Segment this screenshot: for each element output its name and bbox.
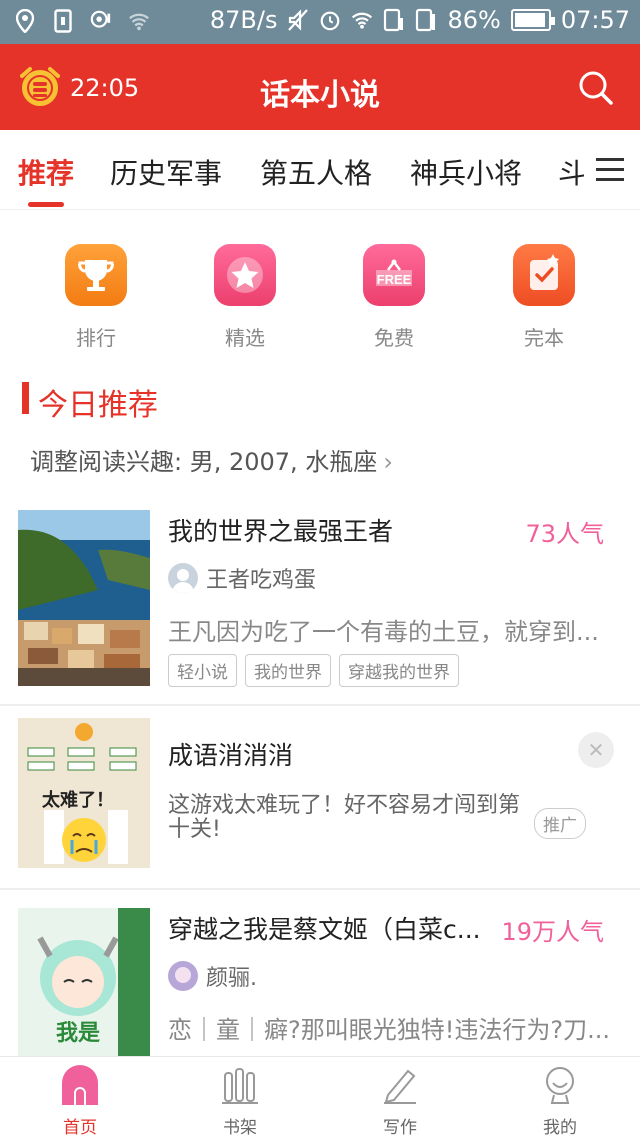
author-avatar (168, 961, 198, 991)
nav-bookshelf[interactable]: 书架 (200, 1065, 280, 1138)
book-card[interactable]: 我的世界之最强王者 73人气 王者吃鸡蛋 王凡因为吃了一个有毒的土豆，就穿到..… (0, 496, 640, 702)
book-tag[interactable]: 穿越我的世界 (339, 654, 459, 687)
book-cover: 我是 (18, 908, 150, 1056)
tab-indicator (28, 202, 64, 207)
nav-label: 我的 (543, 1118, 577, 1138)
battery-icon (510, 9, 555, 31)
network-speed: 87B/s (209, 6, 278, 34)
book-title: 穿越之我是蔡文姬（白菜c... (168, 915, 481, 944)
profile-icon (540, 1065, 580, 1105)
quick-link-label: 免费 (374, 326, 414, 350)
tab-history-military[interactable]: 历史军事 (110, 152, 222, 192)
mute-icon (287, 7, 309, 33)
battery-percent: 86% (447, 6, 501, 34)
book-description: 恋｜童｜癖?那叫眼光独特!违法行为?刀... (168, 1016, 610, 1044)
quick-link-free[interactable]: FREE 免费 (334, 244, 454, 351)
nav-write[interactable]: 写作 (360, 1065, 440, 1138)
section-bar (22, 382, 29, 414)
author-avatar (168, 563, 198, 593)
free-tag-icon: FREE (363, 244, 425, 306)
quick-link-label: 排行 (76, 326, 116, 350)
book-cover (18, 510, 150, 686)
location-icon (14, 8, 36, 34)
app-title: 话本小说 (260, 78, 380, 113)
status-bar: 87B/s 86% 07:57 (0, 0, 640, 44)
nav-label: 书架 (223, 1118, 257, 1138)
app-bar: 22:05 话本小说 (0, 44, 640, 130)
quick-link-featured[interactable]: 精选 (185, 244, 305, 351)
author-name: 颜骊. (206, 966, 257, 991)
ad-card[interactable]: 太难了！ 成语消消消 这游戏太难玩了！好不容易才闯到第十关! (0, 706, 640, 888)
nav-label: 写作 (383, 1118, 417, 1138)
pencil-icon (380, 1065, 420, 1105)
section-title-text: 今日推荐 (38, 388, 158, 423)
tab-recommend[interactable]: 推荐 (18, 152, 74, 192)
star-icon (214, 244, 276, 306)
quick-link-ranking[interactable]: 排行 (36, 244, 156, 351)
sim-icon (52, 8, 74, 34)
book-tags: 轻小说 我的世界 穿越我的世界 (168, 654, 459, 687)
interest-text: 调整阅读兴趣: 男, 2007, 水瓶座 (30, 448, 378, 476)
adjust-interest-link[interactable]: 调整阅读兴趣: 男, 2007, 水瓶座 › (30, 442, 393, 477)
quick-link-completed[interactable]: 完本 (484, 244, 604, 351)
author-name: 王者吃鸡蛋 (206, 568, 317, 593)
popularity: 73人气 (525, 520, 604, 548)
sim2-signal-icon (415, 7, 437, 33)
nav-label: 首页 (63, 1118, 97, 1138)
bottom-nav: 首页 书架 写作 我的 (0, 1056, 640, 1138)
quick-link-label: 完本 (524, 326, 564, 350)
ad-title: 成语消消消 (168, 741, 294, 770)
category-tabs: 推荐 历史军事 第五人格 神兵小将 斗破 (0, 130, 640, 210)
wifi-icon (351, 7, 373, 33)
tab-identity-v[interactable]: 第五人格 (260, 152, 372, 192)
check-note-icon (513, 244, 575, 306)
chevron-right-icon: › (383, 448, 393, 476)
ad-cover-caption: 太难了！ (42, 789, 114, 811)
book-card[interactable]: 我是 穿越之我是蔡文姬（白菜c... 19万人气 颜骊. 恋｜童｜癖?那叫眼光独… (0, 890, 640, 1056)
nav-profile[interactable]: 我的 (520, 1065, 600, 1138)
menu-icon[interactable] (584, 130, 640, 208)
book-author: 王者吃鸡蛋 (168, 562, 316, 594)
hotspot-icon (90, 8, 112, 34)
tab-shenbing[interactable]: 神兵小将 (410, 152, 522, 192)
nav-home[interactable]: 首页 (40, 1065, 120, 1138)
clock: 07:57 (560, 6, 630, 34)
close-icon[interactable]: ✕ (578, 732, 614, 768)
trophy-icon (65, 244, 127, 306)
popularity: 19万人气 (501, 918, 604, 946)
ad-badge: 推广 (534, 808, 586, 839)
wifi-off-icon (128, 8, 150, 34)
ad-cover: 太难了！ (18, 718, 150, 868)
book-title: 我的世界之最强王者 (168, 517, 394, 546)
quick-link-label: 精选 (225, 326, 265, 350)
home-icon (60, 1065, 100, 1105)
search-icon[interactable] (576, 68, 616, 108)
ad-description: 这游戏太难玩了！好不容易才闯到第十关! (168, 793, 521, 842)
book-description: 王凡因为吃了一个有毒的土豆，就穿到... (168, 618, 599, 646)
bookshelf-icon (220, 1065, 260, 1105)
free-label: FREE (377, 272, 412, 287)
alarm-icon (319, 7, 341, 33)
svg-text:我是: 我是 (56, 1021, 100, 1046)
book-tag[interactable]: 轻小说 (168, 654, 237, 687)
sim1-signal-icon (383, 7, 405, 33)
book-tag[interactable]: 我的世界 (245, 654, 331, 687)
book-author: 颜骊. (168, 960, 257, 992)
